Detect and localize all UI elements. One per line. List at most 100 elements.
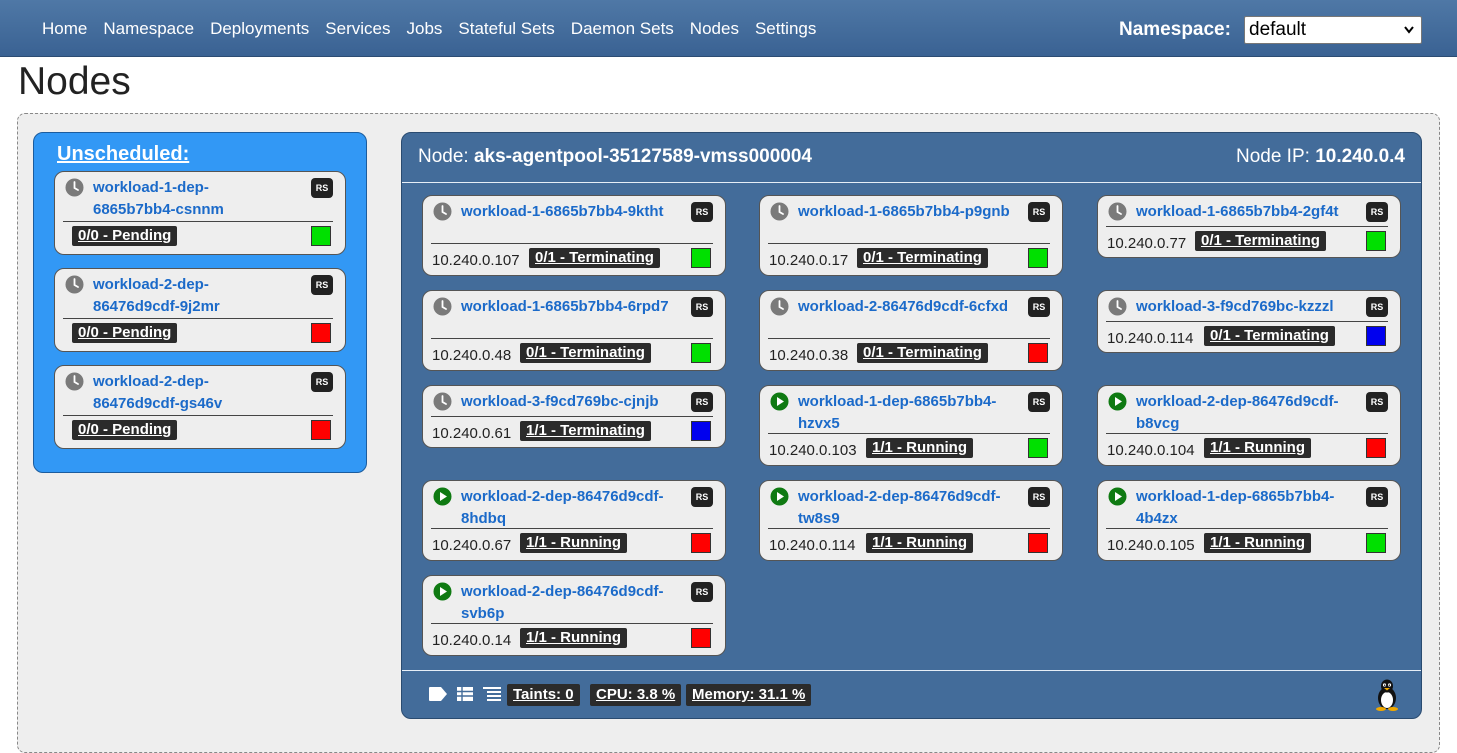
pod-color-indicator xyxy=(691,343,711,363)
pod-status-badge[interactable]: 0/1 - Terminating xyxy=(1204,326,1335,346)
pod-color-indicator xyxy=(1366,533,1386,553)
nav-namespace[interactable]: Namespace xyxy=(95,17,202,41)
pod-name-link[interactable]: workload-2-dep-86476d9cdf-b8vcg xyxy=(1136,391,1351,435)
pod-name-link[interactable]: workload-3-f9cd769bc-kzzzl xyxy=(1136,296,1351,318)
node-name: Node: aks-agentpool-35127589-vmss000004 xyxy=(418,146,812,168)
running-icon xyxy=(770,487,789,506)
node-ip: Node IP: 10.240.0.4 xyxy=(1236,146,1405,168)
clock-icon xyxy=(433,202,452,221)
table-icon[interactable] xyxy=(456,686,474,707)
replicaset-badge: RS xyxy=(1366,392,1388,412)
replicaset-badge: RS xyxy=(1366,202,1388,222)
pod-divider xyxy=(63,415,333,416)
pod-status-badge[interactable]: 0/0 - Pending xyxy=(72,420,178,440)
pod-name-link[interactable]: workload-1-6865b7bb4-2gf4t xyxy=(1136,201,1351,223)
pod-divider xyxy=(431,243,713,244)
pod-status-badge[interactable]: 0/0 - Pending xyxy=(72,226,178,246)
node-ip-label: Node IP: xyxy=(1235,146,1310,167)
nav-stateful-sets[interactable]: Stateful Sets xyxy=(450,17,562,41)
running-icon xyxy=(433,487,452,506)
namespace-selected-value: default xyxy=(1249,19,1307,40)
pod-name-link[interactable]: workload-1-dep-6865b7bb4-hzvx5 xyxy=(798,391,1013,435)
pod-card: workload-2-dep-86476d9cdf-gs46v RS 0/0 - P… xyxy=(54,365,346,449)
pod-name-link[interactable]: workload-2-dep-86476d9cdf-svb6p xyxy=(461,581,676,625)
pod-status-badge[interactable]: 1/1 - Running xyxy=(520,628,627,648)
pod-status-badge[interactable]: 0/0 - Pending xyxy=(72,323,178,343)
pod-card: workload-2-dep-86476d9cdf-9j2mr RS 0/0 - P… xyxy=(54,268,346,352)
pod-divider xyxy=(1106,226,1388,227)
pod-ip: 10.240.0.114 xyxy=(1107,330,1194,347)
clock-icon xyxy=(433,392,452,411)
pod-status-badge[interactable]: 1/1 - Running xyxy=(866,438,973,458)
nav-nodes[interactable]: Nodes xyxy=(682,17,747,41)
taints-badge[interactable]: Taints: 0 xyxy=(507,684,580,706)
replicaset-badge: RS xyxy=(691,392,713,412)
pod-name-link[interactable]: workload-1-6865b7bb4-p9gnb xyxy=(798,201,1013,223)
pod-name-link[interactable]: workload-2-dep-86476d9cdf-8hdbq xyxy=(461,486,676,530)
pod-divider xyxy=(431,528,713,529)
pod-divider xyxy=(768,243,1050,244)
page-title: Nodes xyxy=(18,60,131,103)
node-name-value: aks-agentpool-35127589-vmss000004 xyxy=(473,146,812,167)
replicaset-badge: RS xyxy=(1366,297,1388,317)
pod-ip: 10.240.0.105 xyxy=(1107,537,1195,554)
tag-icon[interactable] xyxy=(428,686,448,707)
pod-ip: 10.240.0.17 xyxy=(769,252,849,269)
pod-color-indicator xyxy=(691,248,711,268)
list-icon[interactable] xyxy=(482,686,502,707)
node-header: Node: aks-agentpool-35127589-vmss000004 … xyxy=(402,133,1421,183)
cpu-badge[interactable]: CPU: 3.8 % xyxy=(590,684,682,706)
namespace-select[interactable]: default xyxy=(1244,16,1422,44)
pod-card: workload-1-6865b7bb4-6rpd7 RS 10.240.0.48 0… xyxy=(422,290,726,371)
pod-name-link[interactable]: workload-1-6865b7bb4-6rpd7 xyxy=(461,296,676,318)
pod-name-link[interactable]: workload-1-dep-6865b7bb4-csnnm xyxy=(93,177,273,221)
pod-card: workload-2-dep-86476d9cdf-8hdbq RS 10.240.… xyxy=(422,480,726,561)
pod-status-badge[interactable]: 0/1 - Terminating xyxy=(857,248,988,268)
pod-name-link[interactable]: workload-2-dep-86476d9cdf-gs46v xyxy=(93,371,273,415)
nav-home[interactable]: Home xyxy=(34,17,95,41)
pod-ip: 10.240.0.103 xyxy=(769,442,857,459)
nav-services[interactable]: Services xyxy=(317,17,398,41)
pod-status-badge[interactable]: 1/1 - Running xyxy=(866,533,973,553)
pod-divider xyxy=(1106,528,1388,529)
clock-icon xyxy=(65,372,84,391)
nav-settings[interactable]: Settings xyxy=(747,17,824,41)
pod-ip: 10.240.0.61 xyxy=(432,425,512,442)
pod-divider xyxy=(431,623,713,624)
pod-name-link[interactable]: workload-3-f9cd769bc-cjnjb xyxy=(461,391,676,413)
pod-name-link[interactable]: workload-1-dep-6865b7bb4-4b4zx xyxy=(1136,486,1351,530)
pod-status-badge[interactable]: 1/1 - Terminating xyxy=(520,421,651,441)
pod-status-badge[interactable]: 0/1 - Terminating xyxy=(529,248,660,268)
pod-status-badge[interactable]: 0/1 - Terminating xyxy=(857,343,988,363)
clock-icon xyxy=(433,297,452,316)
unscheduled-title: Unscheduled: xyxy=(57,143,190,165)
pod-card: workload-1-6865b7bb4-p9gnb RS 10.240.0.17 0… xyxy=(759,195,1063,276)
running-icon xyxy=(770,392,789,411)
pod-status-badge[interactable]: 1/1 - Running xyxy=(1204,438,1311,458)
pod-ip: 10.240.0.67 xyxy=(432,537,512,554)
pod-divider xyxy=(431,338,713,339)
pod-name-link[interactable]: workload-2-dep-86476d9cdf-tw8s9 xyxy=(798,486,1013,530)
nav-deployments[interactable]: Deployments xyxy=(202,17,317,41)
pod-status-badge[interactable]: 0/1 - Terminating xyxy=(520,343,651,363)
pod-color-indicator xyxy=(1366,231,1386,251)
pod-status-badge[interactable]: 1/1 - Running xyxy=(1204,533,1311,553)
pod-ip: 10.240.0.114 xyxy=(769,537,856,554)
pod-color-indicator xyxy=(311,323,331,343)
nav-jobs[interactable]: Jobs xyxy=(398,17,450,41)
pod-name-link[interactable]: workload-2-86476d9cdf-6cfxd xyxy=(798,296,1013,318)
pod-status-badge[interactable]: 1/1 - Running xyxy=(520,533,627,553)
replicaset-badge: RS xyxy=(1028,297,1050,317)
pod-card: workload-1-dep-6865b7bb4-csnnm RS 0/0 - Pe… xyxy=(54,171,346,255)
nav-daemon-sets[interactable]: Daemon Sets xyxy=(563,17,682,41)
main-nav: Home Namespace Deployments Services Jobs… xyxy=(34,17,824,41)
pod-card: workload-1-dep-6865b7bb4-hzvx5 RS 10.240.0… xyxy=(759,385,1063,466)
namespace-label: Namespace: xyxy=(1119,19,1231,40)
node-ip-value: 10.240.0.4 xyxy=(1315,146,1405,167)
pod-ip: 10.240.0.14 xyxy=(432,632,512,649)
pod-status-badge[interactable]: 0/1 - Terminating xyxy=(1195,231,1326,251)
pod-name-link[interactable]: workload-1-6865b7bb4-9ktht xyxy=(461,201,676,223)
pod-divider xyxy=(1106,321,1388,322)
pod-name-link[interactable]: workload-2-dep-86476d9cdf-9j2mr xyxy=(93,274,273,318)
memory-badge[interactable]: Memory: 31.1 % xyxy=(686,684,812,706)
